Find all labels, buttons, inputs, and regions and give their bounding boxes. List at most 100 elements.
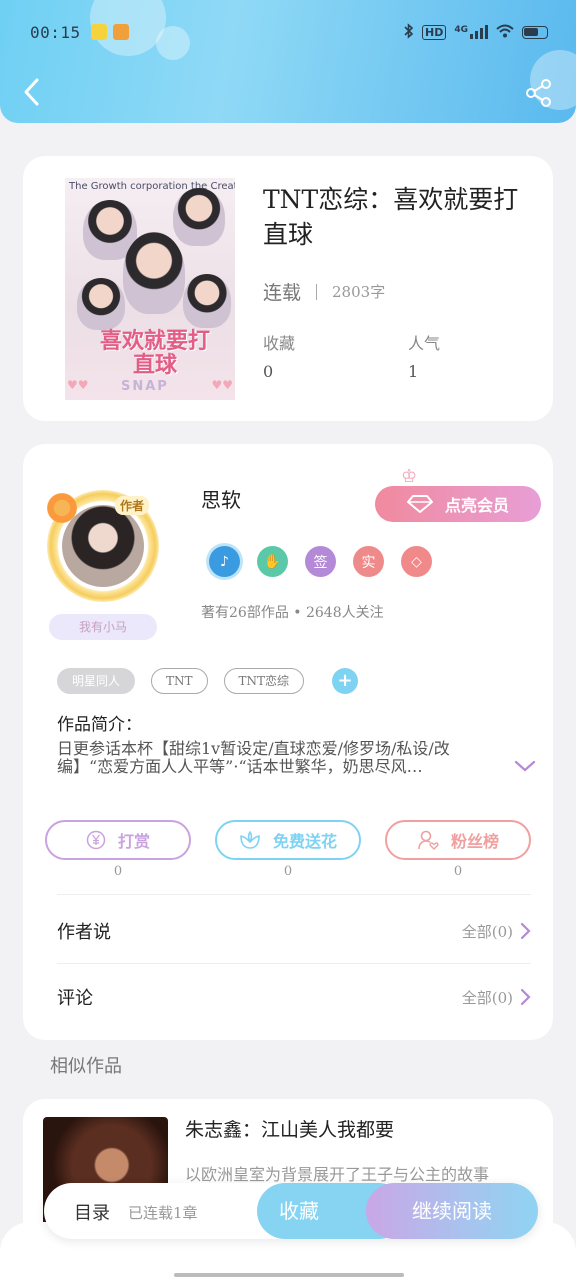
fans-rank-label: 粉丝榜 [450,832,499,851]
word-count: 2803字 [332,283,386,301]
chevron-down-icon [514,760,536,772]
toc-button[interactable]: 目录 [74,1199,110,1225]
flower-action: 免费送花 0 [215,820,361,879]
verified-badge[interactable]: 实 [353,546,384,577]
cover-person [123,232,185,314]
book-status: 连载 [263,282,302,304]
yen-icon [86,830,106,850]
tag[interactable]: TNT [151,668,208,694]
continue-reading-button[interactable]: 继续阅读 [366,1183,538,1239]
chevron-left-icon [24,78,39,106]
comments-more[interactable]: 全部(0) [462,987,531,1008]
share-button[interactable] [524,78,554,108]
music-note-icon[interactable]: ♪ [209,546,240,577]
author-says-title: 作者说 [57,922,111,943]
bluetooth-icon [404,22,414,42]
home-indicator[interactable] [174,1273,404,1277]
stat-favorites: 收藏 0 [263,330,295,381]
chapter-status: 已连载1章 [128,1204,198,1222]
author-name[interactable]: 思软 [201,484,241,513]
fans-action: 粉丝榜 0 [385,820,531,879]
tag[interactable]: 明星同人 [57,668,136,694]
author-says-more[interactable]: 全部(0) [462,921,531,942]
meta-divider [316,283,318,300]
similar-book-title[interactable]: 朱志鑫：江山美人我都要 [185,1115,394,1142]
book-cover[interactable]: The Growth corporation the Creator 喜欢就要打… [65,178,235,400]
chevron-right-icon [520,922,531,940]
bottom-action-bar: 目录 已连载1章 收藏 继续阅读 [44,1183,538,1239]
vip-button[interactable]: 点亮会员 [375,486,541,522]
battery-icon [522,25,548,39]
stat-value: 1 [408,362,419,381]
diamond-icon [406,495,433,513]
badge-label: 签 [313,554,328,571]
header: 00:15 HD 4G [0,0,576,123]
flower-count: 0 [283,864,293,879]
back-button[interactable] [20,76,44,108]
favorite-label: 收藏 [279,1199,319,1223]
cover-person [173,188,225,246]
book-title: TNT恋综：喜欢就要打直球 [263,185,519,249]
send-flower-button[interactable]: 免费送花 [215,820,361,860]
tag[interactable]: TNT恋综 [223,668,305,694]
handshake-icon[interactable]: ✋ [257,546,288,577]
flower-icon [45,488,79,528]
cover-person [183,274,231,328]
signal-icon: 4G [454,25,488,39]
sign-badge[interactable]: 签 [305,546,336,577]
tip-button[interactable]: 打赏 [45,820,191,860]
fans-rank-button[interactable]: 粉丝榜 [385,820,531,860]
book-info-card: The Growth corporation the Creator 喜欢就要打… [23,156,553,421]
similar-section-title: 相似作品 [50,1056,122,1077]
status-time: 00:15 [30,22,81,42]
fans-count: 0 [453,864,463,879]
vip-button-label: 点亮会员 [444,496,509,515]
tag-list: 明星同人 TNT TNT恋综 + [57,668,359,694]
fans-icon [418,830,439,850]
tip-action: 打赏 0 [45,820,191,879]
stat-popularity: 人气 1 [408,330,440,381]
status-bar: 00:15 HD 4G [30,18,548,46]
author-says-count: 全部(0) [461,922,513,941]
hd-icon: HD [422,24,447,40]
continue-reading-label: 继续阅读 [412,1199,492,1223]
nickname-text: 我有小马 [78,620,127,634]
app-notification-icon [90,24,107,40]
weibo-notification-icon [112,24,129,40]
author-nickname: 我有小马 [49,614,157,640]
cover-brand: SNAP [121,379,169,394]
tip-label: 打赏 [117,832,150,851]
chevron-right-icon [520,988,531,1006]
flower-icon [240,831,260,849]
author-avatar[interactable]: 作者 我有小马 [45,484,165,644]
stat-value: 0 [263,362,274,381]
diamond-badge-icon[interactable]: ◇ [401,546,432,577]
tip-count: 0 [113,864,123,879]
intro-text: 日更参话本杯【甜综1v暂设定/直球恋爱/修罗场/私设/改编】“恋爱方面人人平等”… [57,740,450,776]
stat-label: 人气 [408,334,441,353]
stat-label: 收藏 [263,334,296,353]
send-flower-label: 免费送花 [272,832,337,851]
action-buttons: 打赏 0 免费送花 0 粉丝榜 0 [45,820,531,879]
comments-count: 全部(0) [461,988,513,1007]
badge-label: 实 [361,554,376,571]
author-says-row[interactable]: 作者说 全部(0) [57,898,531,964]
author-stats: 著有26部作品 • 2648人关注 [201,605,384,621]
wifi-icon [496,24,514,41]
comments-row[interactable]: 评论 全部(0) [57,964,531,1030]
intro-label: 作品简介： [57,715,142,735]
add-tag-button[interactable]: + [332,668,359,694]
network-type: 4G [454,25,468,35]
comments-title: 评论 [57,988,93,1009]
similar-book-desc: 以欧洲皇室为背景展开了王子与公主的故事 [185,1165,490,1184]
crown-icon: ♔ [401,466,418,487]
share-icon [526,79,551,107]
cover-title: 喜欢就要打直球 [99,329,210,378]
author-role-badge: 作者 [115,496,150,515]
author-badges: ♪ ✋ 签 实 ◇ [209,546,432,577]
cover-person [77,278,125,330]
author-card: 作者 我有小马 思软 ♔ 点亮会员 ♪ ✋ 签 实 ◇ 著有26部作品 • 26… [23,444,553,1040]
expand-button[interactable] [513,758,537,772]
divider [57,894,531,895]
book-meta: 连载 2803字 [263,278,385,305]
